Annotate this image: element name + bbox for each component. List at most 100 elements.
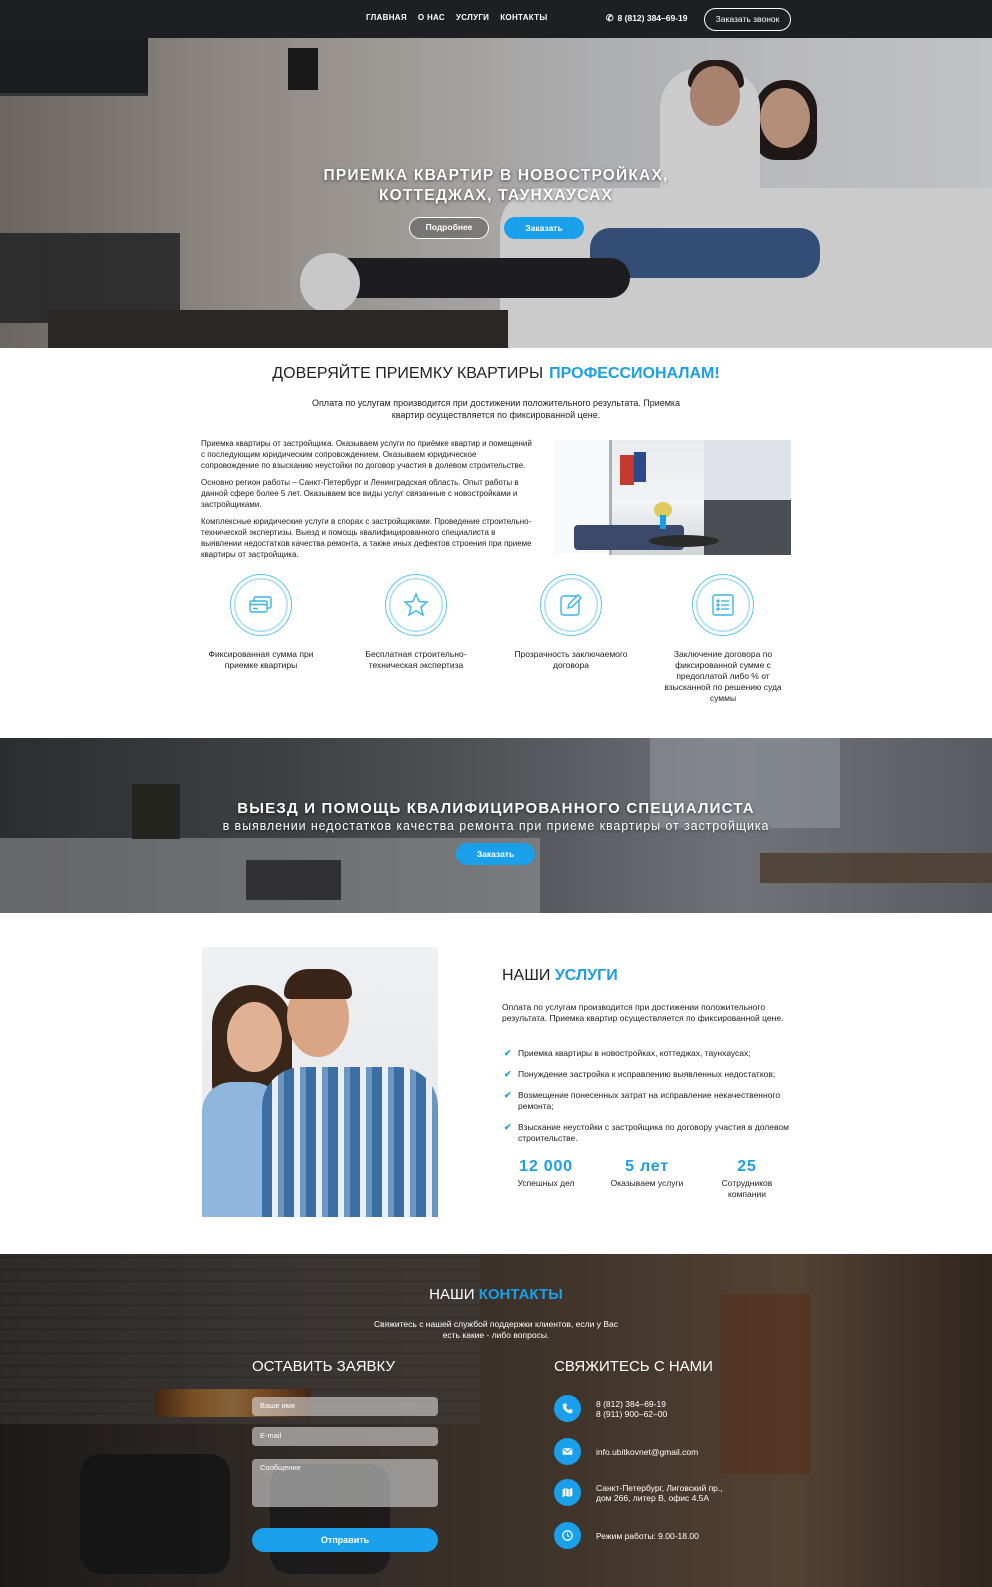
- photo-cabinet: [704, 500, 791, 555]
- contact-phone-1[interactable]: 8 (812) 384–69-19: [596, 1399, 667, 1409]
- phone-icon: [554, 1395, 581, 1422]
- nav-about[interactable]: О НАС: [418, 13, 445, 22]
- hero-title-line2: КОТТЕДЖАХ, ТАУНХАУСАХ: [378, 187, 614, 204]
- contact-email-row: info.ubitkovnet@gmail.com: [554, 1438, 698, 1465]
- feature-label: Прозрачность заключаемого договора: [514, 649, 628, 670]
- nav-contacts[interactable]: КОНТАКТЫ: [500, 13, 547, 22]
- services-title-accent: УСЛУГИ: [554, 967, 618, 984]
- photo-man-hair: [284, 969, 352, 999]
- contact-phones[interactable]: 8 (812) 384–69-19 8 (911) 900–62–00: [596, 1399, 667, 1419]
- header-phone[interactable]: ✆ 8 (812) 384–69-19: [606, 13, 688, 24]
- feature-circle: [692, 574, 754, 636]
- check-icon: ✔: [504, 1122, 512, 1132]
- clock-icon: [554, 1522, 581, 1549]
- trust-paragraph: Основно регион работы – Санкт-Петербург …: [201, 478, 519, 509]
- stat-years: 5 лет Оказываем услуги: [592, 1158, 702, 1189]
- feature-circle: [385, 574, 447, 636]
- services-title-main: НАШИ: [502, 967, 551, 984]
- service-text: Взыскание неустойки с застройщика по дог…: [518, 1122, 789, 1143]
- hero-title: ПРИЕМКА КВАРТИР В НОВОСТРОЙКАХ, КОТТЕДЖА…: [0, 166, 992, 206]
- nav-home[interactable]: ГЛАВНАЯ: [366, 13, 407, 22]
- check-icon: ✔: [504, 1069, 512, 1079]
- envelope-icon: [554, 1438, 581, 1465]
- feature-circle: [230, 574, 292, 636]
- contact-phone-row: 8 (812) 384–69-19 8 (911) 900–62–00: [554, 1395, 667, 1422]
- header-phone-number: 8 (812) 384–69-19: [617, 13, 688, 23]
- photo-table: [649, 535, 719, 547]
- photo-man-shirt: [262, 1067, 438, 1217]
- map-icon: [554, 1479, 581, 1506]
- stat-label: Успешных дел: [517, 1178, 575, 1188]
- services-subtitle: Оплата по услугам производится при дости…: [502, 1002, 784, 1023]
- star-icon: [403, 592, 429, 617]
- banner-title: ВЫЕЗД И ПОМОЩЬ КВАЛИФИЦИРОВАННОГО СПЕЦИА…: [237, 800, 755, 817]
- contacts-section: [0, 1254, 992, 1587]
- contact-address: Санкт-Петербург, Лиговский пр., дом 266,…: [596, 1483, 723, 1503]
- check-icon: ✔: [504, 1090, 512, 1100]
- feature-free-expertise: Бесплатная строительно-техническая экспе…: [351, 574, 481, 671]
- stat-label: Оказываем услуги: [610, 1178, 684, 1188]
- hero-more-button[interactable]: Подробнее: [409, 217, 489, 239]
- contact-address-row: Санкт-Петербург, Лиговский пр., дом 266,…: [554, 1479, 723, 1506]
- banner-subtitle: в выявлении недостатков качества ремонта…: [222, 819, 770, 833]
- stat-value: 25: [737, 1158, 757, 1175]
- feature-label: Бесплатная строительно-техническая экспе…: [365, 649, 467, 670]
- feature-fixed-sum: Фиксированная сумма при приемке квартиры: [196, 574, 326, 671]
- stat-value: 5 лет: [625, 1158, 669, 1175]
- contact-email[interactable]: info.ubitkovnet@gmail.com: [596, 1447, 698, 1457]
- contacts-title: НАШИ КОНТАКТЫ: [0, 1286, 992, 1303]
- nav-services[interactable]: УСЛУГИ: [456, 13, 489, 22]
- message-field[interactable]: Сообщение: [252, 1459, 438, 1507]
- list-icon: [712, 594, 734, 616]
- photo-art: [620, 455, 634, 485]
- stat-staff: 25 Сотрудников компании: [692, 1158, 802, 1200]
- list-item: ✔ Приемка квартиры в новостройках, коттед…: [504, 1048, 804, 1059]
- name-field[interactable]: Ваше имя: [252, 1397, 438, 1416]
- form-title: ОСТАВИТЬ ЗАЯВКУ: [252, 1358, 395, 1375]
- contact-address-line1: Санкт-Петербург, Лиговский пр.,: [596, 1482, 723, 1493]
- contact-hours-row: Режим работы: 9.00-18.00: [554, 1522, 699, 1549]
- trust-title-main: ДОВЕРЯЙТЕ ПРИЕМКУ КВАРТИРЫ: [272, 365, 544, 382]
- contact-address-line2: дом 266, литер В, офис 4.5А: [596, 1492, 710, 1503]
- contact-info-title: СВЯЖИТЕСЬ С НАМИ: [554, 1358, 713, 1375]
- trust-title: ДОВЕРЯЙТЕ ПРИЕМКУ КВАРТИРЫ ПРОФЕССИОНАЛАМ…: [0, 365, 992, 383]
- list-item: ✔ Возмещение понесенных затрат на исправл…: [504, 1090, 804, 1112]
- contacts-title-accent: КОНТАКТЫ: [478, 1286, 563, 1303]
- edit-icon: [560, 594, 582, 616]
- submit-button[interactable]: Отправить: [252, 1528, 438, 1552]
- stat-cases: 12 000 Успешных дел: [491, 1158, 601, 1189]
- hero-section: ПРИЕМКА КВАРТИР В НОВОСТРОЙКАХ, КОТТЕДЖА…: [0, 38, 992, 348]
- trust-title-accent: ПРОФЕССИОНАЛАМ!: [549, 365, 720, 382]
- trust-subtitle: Оплата по услугам производится при дости…: [311, 398, 681, 420]
- hero-order-button[interactable]: Заказать: [504, 217, 584, 239]
- main-nav: ГЛАВНАЯ О НАС УСЛУГИ КОНТАКТЫ: [366, 13, 547, 22]
- callback-button[interactable]: Заказать звонок: [704, 8, 791, 31]
- phone-icon: ✆: [606, 13, 614, 23]
- contacts-title-main: НАШИ: [429, 1286, 475, 1303]
- feature-label: Заключение договора по фиксированной сум…: [664, 649, 782, 703]
- contacts-overlay: [0, 1254, 992, 1587]
- credit-card-icon: [249, 596, 272, 613]
- photo-art: [634, 452, 646, 482]
- trust-paragraph: Приемка квартиры от застройщика. Оказыва…: [201, 439, 532, 470]
- service-text: Возмещение понесенных затрат на исправле…: [518, 1090, 781, 1111]
- photo-woman-face: [227, 1002, 282, 1072]
- service-text: Приемка квартиры в новостройках, коттедж…: [518, 1048, 751, 1058]
- couple-photo: [202, 947, 438, 1217]
- services-list: ✔ Приемка квартиры в новостройках, коттед…: [504, 1048, 804, 1154]
- service-text: Понуждение застройка к исправлению выявл…: [518, 1069, 776, 1079]
- contact-phone-2[interactable]: 8 (911) 900–62–00: [596, 1409, 667, 1419]
- banner-order-button[interactable]: Заказать: [456, 843, 535, 865]
- stat-label: Сотрудников компании: [721, 1178, 773, 1199]
- check-icon: ✔: [504, 1048, 512, 1058]
- contact-hours: Режим работы: 9.00-18.00: [596, 1530, 699, 1541]
- email-field[interactable]: E-mail: [252, 1427, 438, 1446]
- feature-circle: [540, 574, 602, 636]
- feature-label: Фиксированная сумма при приемке квартиры: [208, 649, 314, 670]
- trust-text: Приемка квартиры от застройщика. Оказыва…: [201, 438, 536, 566]
- list-item: ✔ Взыскание неустойки с застройщика по до…: [504, 1122, 804, 1144]
- trust-paragraph: Комплексные юридические услуги в спорах …: [201, 517, 532, 559]
- hero-title-line1: ПРИЕМКА КВАРТИР В НОВОСТРОЙКАХ,: [323, 167, 669, 184]
- top-navbar: ГЛАВНАЯ О НАС УСЛУГИ КОНТАКТЫ ✆ 8 (812) 3…: [0, 0, 992, 38]
- contacts-subtitle: Свяжитесь с нашей службой поддержки клие…: [374, 1319, 618, 1340]
